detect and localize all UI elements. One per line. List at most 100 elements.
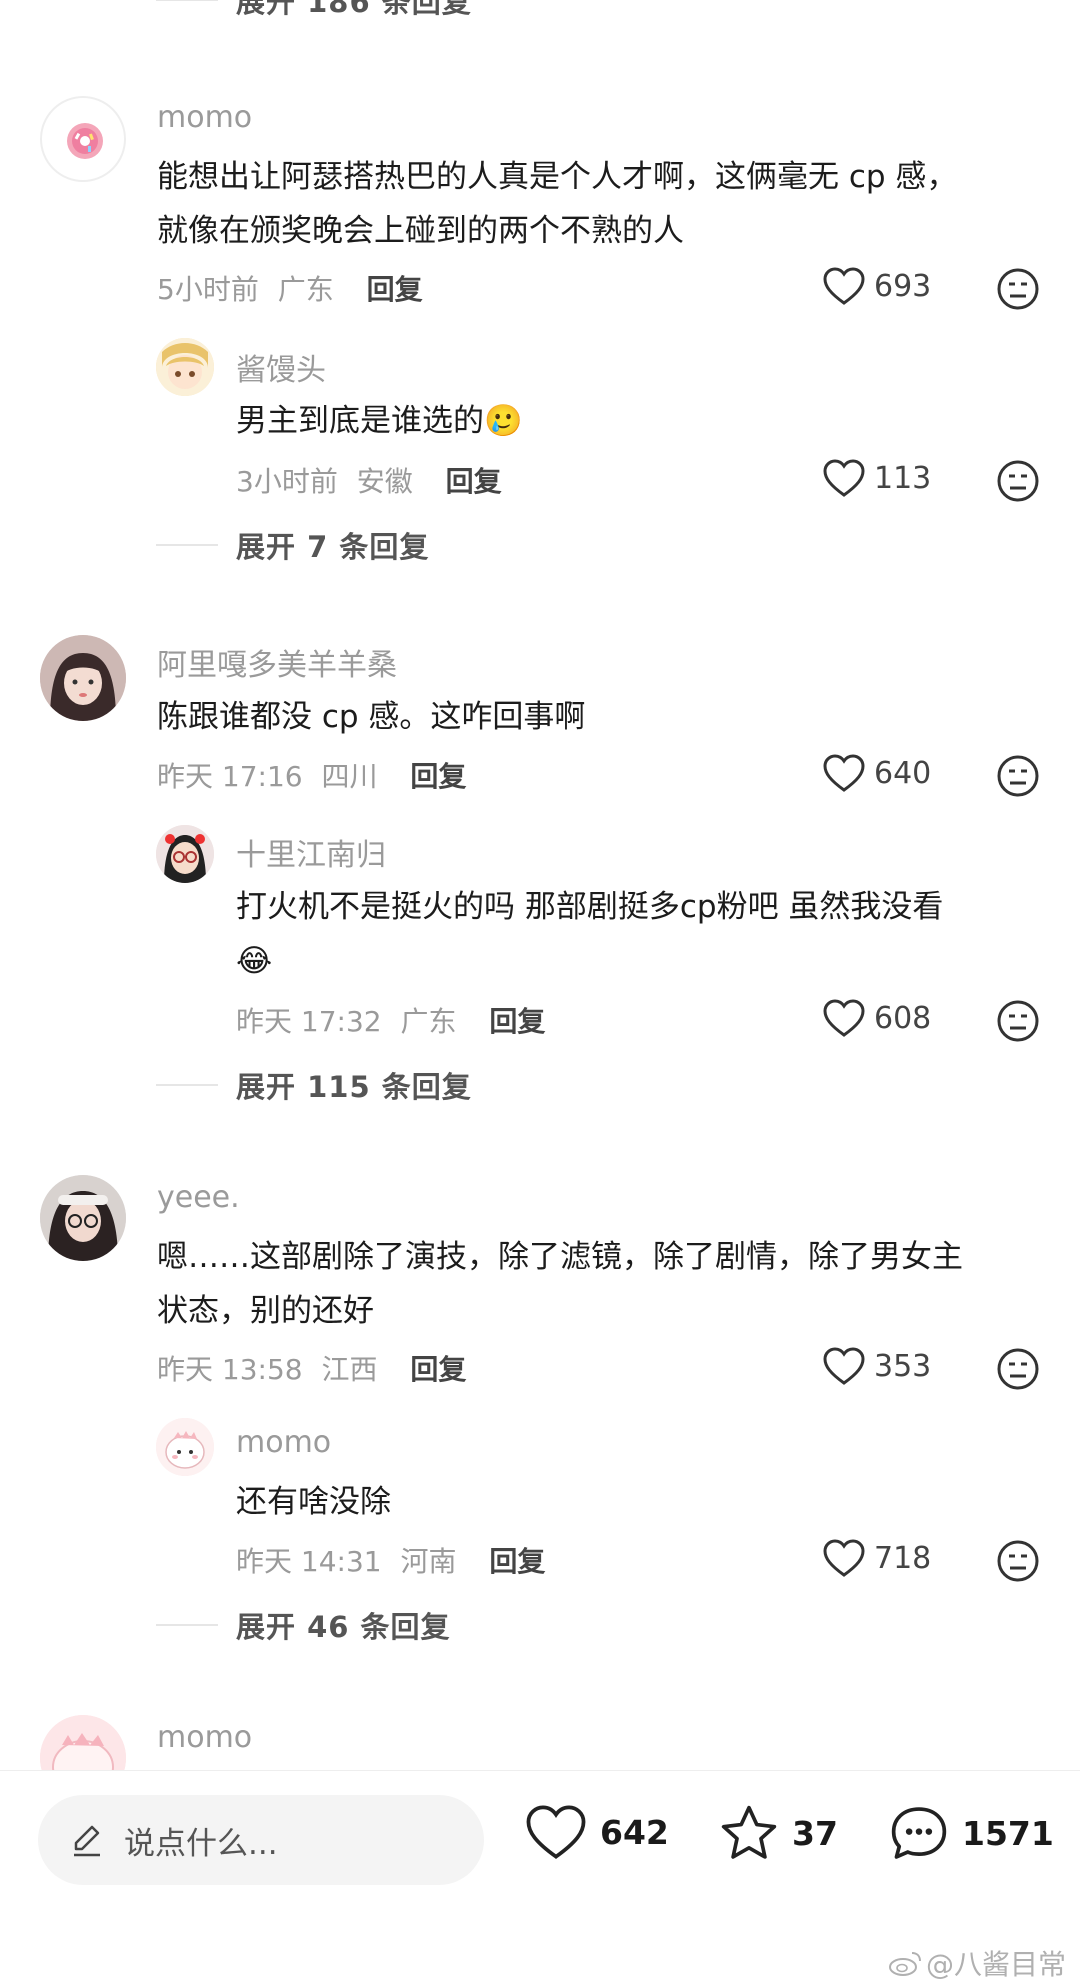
timestamp: 3小时前 <box>236 465 338 498</box>
cute-character-avatar-icon <box>156 1418 214 1476</box>
like-post-button[interactable]: 642 <box>524 1803 669 1861</box>
like-count: 640 <box>874 755 932 791</box>
heart-icon <box>526 1805 586 1859</box>
like-button[interactable]: 608 <box>822 998 931 1038</box>
reply-button[interactable]: 回复 <box>489 1005 545 1038</box>
reply-button[interactable]: 回复 <box>489 1545 545 1578</box>
dislike-icon[interactable] <box>996 754 1040 798</box>
heart-icon <box>823 999 865 1037</box>
expand-replies[interactable]: 展开 115 条回复 <box>156 1065 472 1105</box>
reply-button[interactable]: 回复 <box>410 1353 466 1386</box>
cute-character-avatar-icon <box>40 1715 126 1770</box>
chat-bubble-icon <box>891 1807 947 1859</box>
reply-meta: 昨天 14:31 河南 回复 <box>236 1540 545 1580</box>
comments-button[interactable]: 1571 <box>888 1803 1054 1863</box>
avatar[interactable] <box>156 825 214 883</box>
comment-meta: 昨天 17:16 四川 回复 <box>157 755 466 795</box>
expand-replies[interactable]: 展开 46 条回复 <box>156 1605 451 1645</box>
reply-text: 男主到底是谁选的🥲 <box>236 403 523 439</box>
location: 河南 <box>400 1545 457 1578</box>
location: 广东 <box>277 273 334 306</box>
watermark-text: @八酱目常 <box>925 1948 1066 1981</box>
like-button[interactable]: 640 <box>822 753 931 793</box>
expand-replies-label: 展开 7 条回复 <box>236 530 430 564</box>
donut-icon <box>67 123 103 159</box>
favorite-button[interactable]: 37 <box>718 1803 838 1863</box>
timestamp: 昨天 17:16 <box>157 760 303 793</box>
avatar[interactable] <box>156 1418 214 1476</box>
timestamp: 5小时前 <box>157 273 259 306</box>
favorite-count: 37 <box>792 1813 838 1853</box>
location: 四川 <box>321 760 378 793</box>
heart-icon <box>823 754 865 792</box>
dislike-icon[interactable] <box>996 267 1040 311</box>
heart-icon <box>823 459 865 497</box>
expand-replies-label: 展开 46 条回复 <box>236 1610 451 1644</box>
username[interactable]: 酱馒头 <box>236 345 326 389</box>
dislike-icon[interactable] <box>996 1539 1040 1583</box>
watermark: @八酱目常 <box>888 1943 1066 1983</box>
username[interactable]: momo <box>157 100 252 135</box>
comment-text: 陈跟谁都没 cp 感。这咋回事啊 <box>157 699 586 735</box>
comment-input-placeholder: 说点什么... <box>124 1825 278 1862</box>
like-count: 353 <box>874 1348 932 1384</box>
emoji: 🥲 <box>484 403 523 439</box>
weibo-logo-icon <box>888 1952 921 1976</box>
like-button[interactable]: 718 <box>822 1538 931 1578</box>
star-icon <box>721 1805 777 1859</box>
like-count: 608 <box>874 1000 932 1036</box>
location: 安徽 <box>356 465 413 498</box>
portrait-avatar-icon <box>40 635 126 721</box>
reply-button[interactable]: 回复 <box>410 760 466 793</box>
username[interactable]: yeee. <box>157 1180 240 1215</box>
comment-meta: 5小时前 广东 回复 <box>157 268 423 308</box>
username[interactable]: 十里江南归 <box>236 830 386 874</box>
girl-avatar-icon <box>156 825 214 883</box>
heart-icon <box>823 1539 865 1577</box>
timestamp: 昨天 14:31 <box>236 1545 382 1578</box>
bottom-bar: 说点什么... 642 37 1571 @八酱目常 <box>0 1770 1080 1986</box>
reply-meta: 3小时前 安徽 回复 <box>236 460 502 500</box>
reply-meta: 昨天 17:32 广东 回复 <box>236 1000 545 1040</box>
location: 江西 <box>321 1353 378 1386</box>
avatar[interactable] <box>40 96 126 182</box>
portrait-avatar-icon <box>40 1175 126 1261</box>
reply-text: 打火机不是挺火的吗 那部剧挺多cp粉吧 虽然我没看 😂 <box>236 880 1036 988</box>
comment-meta: 昨天 13:58 江西 回复 <box>157 1348 466 1388</box>
avatar[interactable] <box>156 338 214 396</box>
comment-input[interactable]: 说点什么... <box>38 1795 484 1885</box>
timestamp: 昨天 17:32 <box>236 1005 382 1038</box>
username[interactable]: momo <box>157 1720 252 1755</box>
heart-icon <box>823 1347 865 1385</box>
comment-text: 能想出让阿瑟搭热巴的人真是个人才啊，这俩毫无 cp 感， 就像在颁奖晚会上碰到的… <box>157 159 958 249</box>
avatar[interactable] <box>40 1715 126 1770</box>
comment-count: 1571 <box>962 1813 1054 1853</box>
expand-replies-label: 展开 186 条回复 <box>236 0 472 19</box>
like-count: 642 <box>600 1812 669 1852</box>
like-button[interactable]: 113 <box>822 458 931 498</box>
avatar[interactable] <box>40 1175 126 1261</box>
avatar[interactable] <box>40 635 126 721</box>
expand-replies-label: 展开 115 条回复 <box>236 1070 472 1104</box>
location: 广东 <box>400 1005 457 1038</box>
reply-button[interactable]: 回复 <box>367 273 423 306</box>
like-count: 113 <box>874 460 932 496</box>
comment-text: 嗯……这部剧除了演技，除了滤镜，除了剧情，除了男女主 状态，别的还好 <box>157 1239 963 1329</box>
dislike-icon[interactable] <box>996 1347 1040 1391</box>
reply-text: 还有啥没除 <box>236 1484 391 1520</box>
username[interactable]: momo <box>236 1425 331 1460</box>
reply-button[interactable]: 回复 <box>446 465 502 498</box>
username[interactable]: 阿里嘎多美羊羊桑 <box>157 640 397 684</box>
expand-replies[interactable]: 展开 7 条回复 <box>156 525 429 565</box>
emoji: 😂 <box>236 943 273 979</box>
like-count: 693 <box>874 268 932 304</box>
dislike-icon[interactable] <box>996 999 1040 1043</box>
comment-feed: 展开 186 条回复 momo 能想出让阿瑟搭热巴的人真是个人才啊，这俩毫无 c… <box>0 0 1080 1770</box>
like-button[interactable]: 353 <box>822 1346 931 1386</box>
like-button[interactable]: 693 <box>822 266 931 306</box>
dislike-icon[interactable] <box>996 459 1040 503</box>
heart-icon <box>823 267 865 305</box>
timestamp: 昨天 13:58 <box>157 1353 303 1386</box>
pencil-icon <box>74 1825 100 1857</box>
expand-replies[interactable]: 展开 186 条回复 <box>156 0 472 20</box>
